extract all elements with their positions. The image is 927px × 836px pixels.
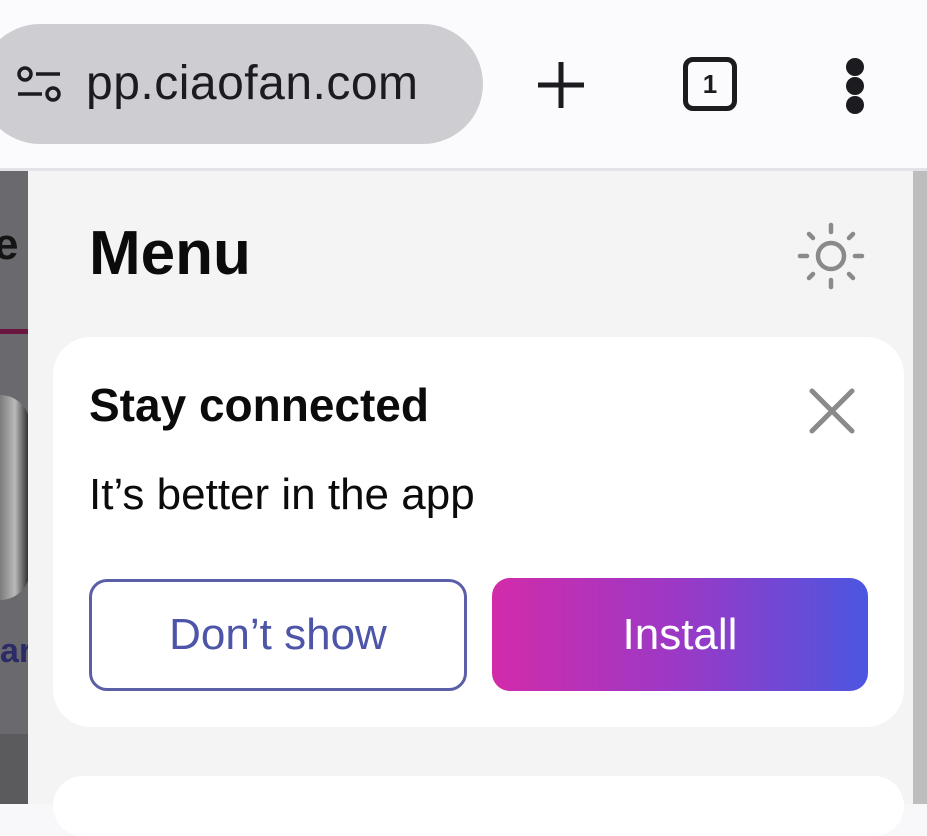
browser-toolbar: pp.ciaofan.com 1 xyxy=(0,0,927,168)
url-text[interactable]: pp.ciaofan.com xyxy=(86,56,419,111)
install-label: Install xyxy=(622,609,738,659)
sun-icon[interactable] xyxy=(796,221,866,291)
background-heading-fragment: e xyxy=(0,220,19,269)
scrollbar[interactable] xyxy=(913,171,927,804)
close-icon[interactable] xyxy=(806,385,858,437)
card-subtitle: It’s better in the app xyxy=(89,470,475,519)
menu-title: Menu xyxy=(89,219,251,288)
plus-icon[interactable] xyxy=(536,60,586,110)
more-vert-icon[interactable] xyxy=(844,58,866,114)
tab-switcher-button[interactable]: 1 xyxy=(683,57,737,111)
card-title: Stay connected xyxy=(89,379,429,431)
tune-icon[interactable] xyxy=(16,66,62,102)
background-image xyxy=(0,395,30,600)
next-menu-card xyxy=(53,776,904,836)
tab-count: 1 xyxy=(702,68,718,99)
address-bar[interactable]: pp.ciaofan.com xyxy=(0,24,483,144)
dont-show-label: Don’t show xyxy=(169,610,387,659)
install-button[interactable]: Install xyxy=(492,578,868,691)
dont-show-button[interactable]: Don’t show xyxy=(89,579,467,691)
